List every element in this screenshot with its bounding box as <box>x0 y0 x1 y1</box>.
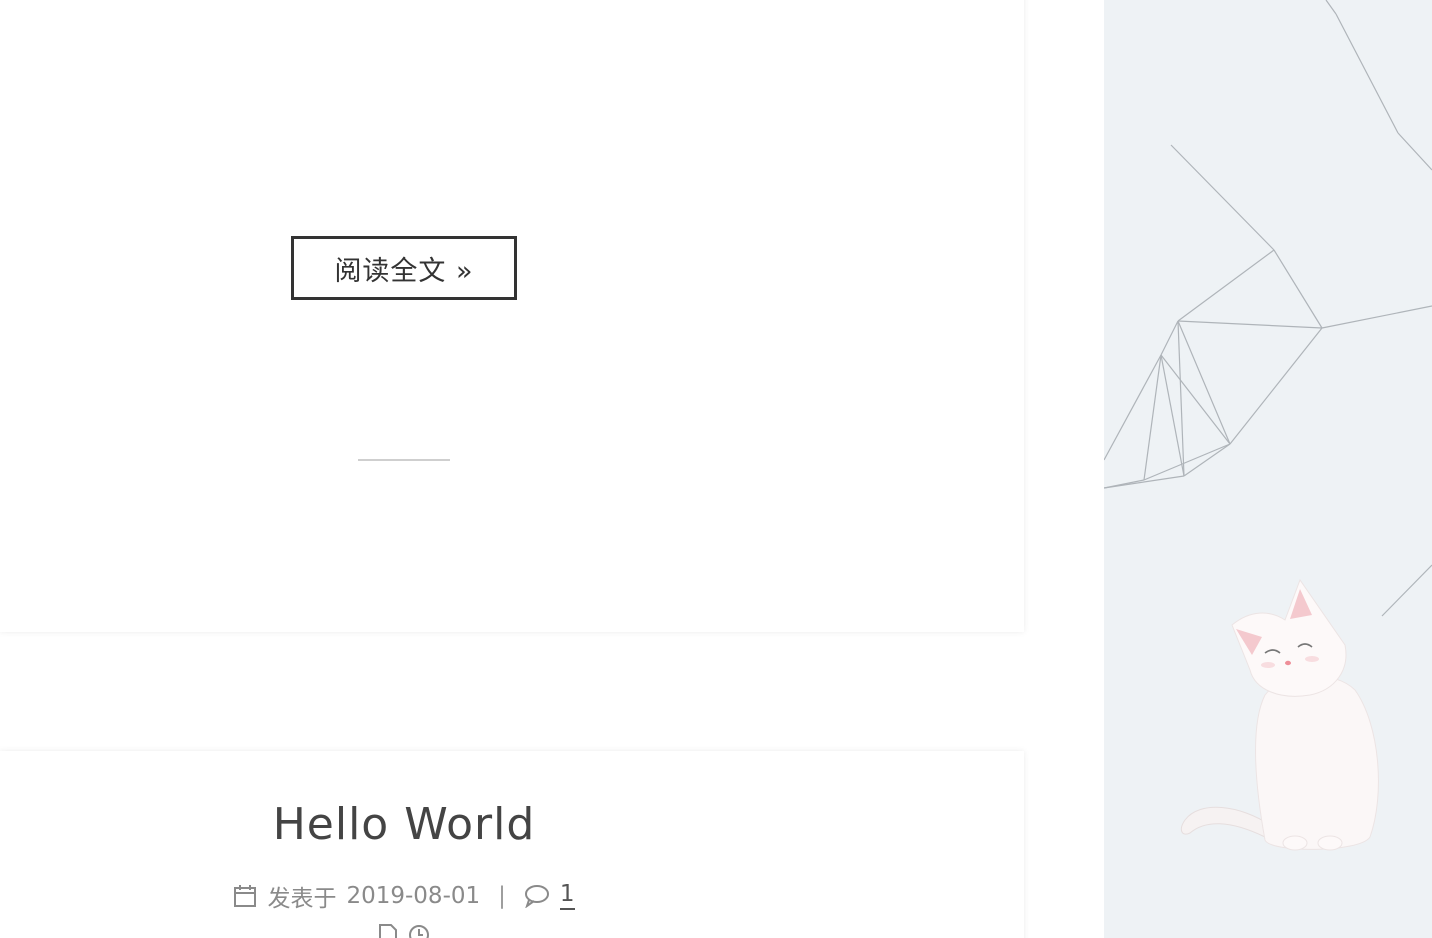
clock-icon <box>408 924 430 938</box>
cat-mascot-icon <box>1180 578 1379 851</box>
post-title-link[interactable]: Hello World <box>0 799 808 850</box>
post-date: 2019-08-01 <box>346 883 481 909</box>
post-card-previous: 阅读全文 » <box>0 0 1024 632</box>
comment-count-link[interactable]: 1 <box>559 882 575 910</box>
file-icon <box>378 923 398 938</box>
post-end-divider <box>358 459 450 461</box>
calendar-icon <box>233 884 257 908</box>
posted-label: 发表于 <box>267 886 337 912</box>
read-more-button[interactable]: 阅读全文 » <box>291 236 517 300</box>
meta-separator: | <box>498 883 506 909</box>
post-card-hello-world: Hello World 发表于 2019-08-01 | 1 <box>0 751 1024 938</box>
main-column: 阅读全文 » Hello World 发表于 2019-08-01 | 1 <box>0 0 1104 938</box>
post-meta-secondary <box>0 923 808 938</box>
post-meta: 发表于 2019-08-01 | 1 <box>0 879 808 913</box>
page: 阅读全文 » Hello World 发表于 2019-08-01 | 1 <box>0 0 1432 938</box>
comment-icon <box>524 884 550 908</box>
